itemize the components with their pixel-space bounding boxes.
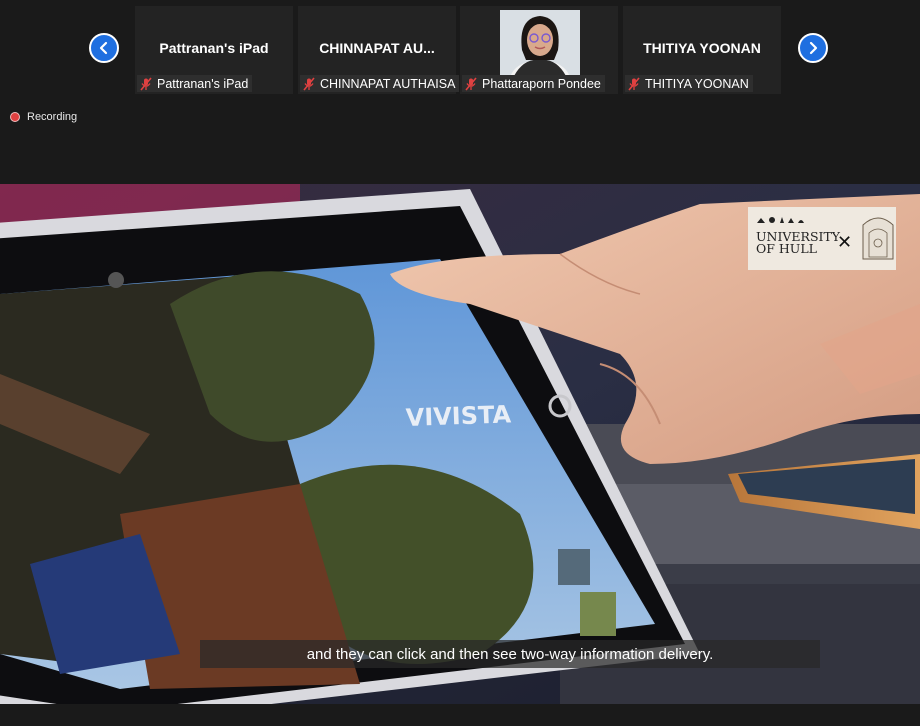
participant-label-text: THITIYA YOONAN [645,76,749,91]
participant-strip: Pattranan's iPad Pattranan's iPad CHINNA… [0,0,920,184]
participant-label: CHINNAPAT AUTHAISA [300,75,460,92]
mic-muted-icon [628,76,640,91]
shared-video: VIVISTA UNIVERSITY OF HULL ✕ and they ca… [0,184,920,704]
logo-separator: ✕ [837,232,852,253]
recording-dot-icon [10,112,20,122]
next-page-button[interactable] [798,33,828,63]
participant-tile-1[interactable]: Pattranan's iPad Pattranan's iPad [135,6,293,94]
participant-name: Pattranan's iPad [159,40,269,56]
previous-page-button[interactable] [89,33,119,63]
participant-name: CHINNAPAT AU... [319,40,435,56]
logo-line-2: OF HULL [756,241,817,256]
participant-label: THITIYA YOONAN [625,75,753,92]
bottom-strip [0,704,920,726]
chevron-left-icon [99,41,108,55]
participant-label-text: CHINNAPAT AUTHAISA [320,76,456,91]
participant-label-text: Phattaraporn Pondee [482,76,601,91]
participant-label: Phattaraporn Pondee [462,75,605,92]
participant-name: THITIYA YOONAN [643,40,761,56]
subtitle-caption: and they can click and then see two-way … [200,640,820,668]
chevron-right-icon [809,41,818,55]
university-logo: UNIVERSITY OF HULL ✕ [748,207,896,270]
recording-label: Recording [27,111,78,123]
participant-label-text: Pattranan's iPad [157,76,249,91]
participant-tile-2[interactable]: CHINNAPAT AU... CHINNAPAT AUTHAISA [298,6,460,94]
participant-tile-4[interactable]: THITIYA YOONAN THITIYA YOONAN [623,6,781,94]
subtitle-text: and they can click and then see two-way … [306,645,714,663]
participant-tile-3[interactable]: Phattaraporn Pondee [460,6,618,94]
mic-muted-icon [465,76,477,91]
recording-indicator: Recording [10,111,77,123]
video-overlay-text: VIVISTA [405,400,512,432]
university-seal-icon [862,217,894,260]
mic-muted-icon [303,76,315,91]
mic-muted-icon [140,76,152,91]
participant-video [500,10,580,76]
participant-label: Pattranan's iPad [137,75,253,92]
